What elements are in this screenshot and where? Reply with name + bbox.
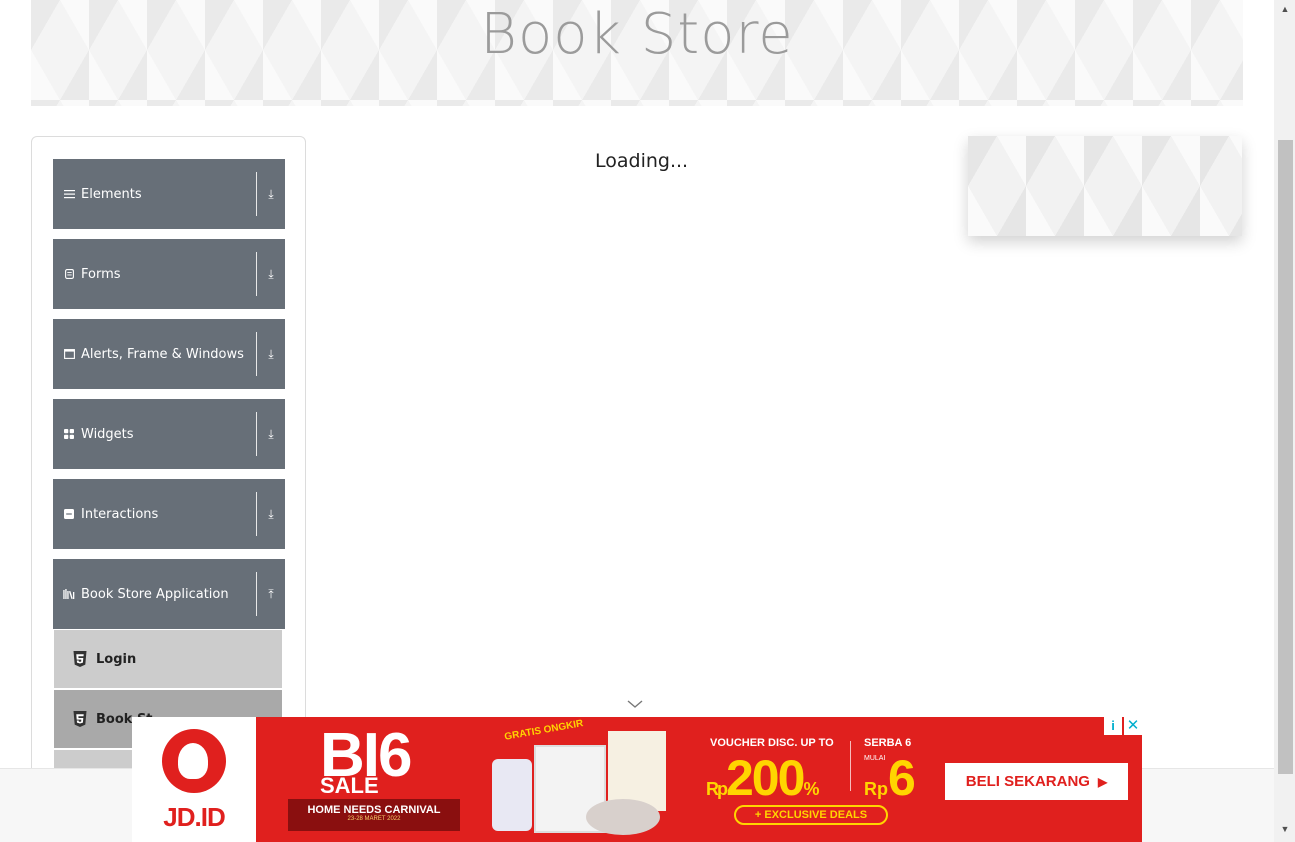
ad-mulai-text: MULAI bbox=[864, 755, 886, 762]
expand-arrow-icon[interactable]: ⤓ bbox=[257, 347, 285, 362]
header-banner: Book Store bbox=[31, 0, 1243, 106]
form-doc-icon bbox=[62, 267, 76, 281]
sidebar-group-label: Elements bbox=[81, 186, 142, 202]
ad-carnival-text: HOME NEEDS CARNIVAL bbox=[307, 804, 441, 816]
sidebar-group-forms[interactable]: Forms ⤓ bbox=[53, 239, 285, 309]
bottom-ad-banner[interactable]: JD.ID BI6 SALE HOME NEEDS CARNIVAL 23-28… bbox=[132, 717, 1142, 842]
sidebar-group-label: Interactions bbox=[81, 506, 159, 522]
sidebar-group-widgets[interactable]: Widgets ⤓ bbox=[53, 399, 285, 469]
page-title: Book Store bbox=[480, 2, 794, 67]
menu-lines-icon bbox=[62, 187, 76, 201]
ad-amount: 6 bbox=[888, 750, 916, 806]
ad-info-icon[interactable]: i bbox=[1104, 717, 1122, 735]
ad-close-icon[interactable]: ✕ bbox=[1124, 717, 1142, 735]
sidebar-group-label: Book Store Application bbox=[81, 586, 229, 602]
ad-sale-text: SALE bbox=[320, 773, 379, 798]
ad-voucher-text: VOUCHER DISC. UP TO bbox=[710, 737, 834, 749]
ad-serba-text: SERBA 6 bbox=[864, 737, 912, 749]
expand-arrow-icon[interactable]: ⤓ bbox=[257, 187, 285, 202]
ad-cta-label: BELI SEKARANG bbox=[965, 773, 1090, 790]
ad-products-image: GRATIS ONGKIR bbox=[482, 717, 682, 842]
html5-icon bbox=[72, 711, 88, 727]
jd-logo: JD.ID bbox=[132, 717, 256, 842]
expand-arrow-icon[interactable]: ⤓ bbox=[257, 507, 285, 522]
expand-arrow-icon[interactable]: ⤓ bbox=[257, 427, 285, 442]
sidebar-group-label: Widgets bbox=[81, 426, 134, 442]
ad-gratis-badge: GRATIS ONGKIR bbox=[503, 718, 585, 743]
books-icon bbox=[62, 587, 76, 601]
divider bbox=[850, 741, 851, 791]
ad-currency: Rp bbox=[706, 779, 728, 799]
sidebar-group-alerts-frame-windows[interactable]: Alerts, Frame & Windows ⤓ bbox=[53, 319, 285, 389]
sidebar-group-label: Forms bbox=[81, 266, 121, 282]
scroll-up-arrow-icon[interactable]: ▲ bbox=[1277, 4, 1293, 18]
ad-cta-button[interactable]: BELI SEKARANG ▶ bbox=[945, 763, 1128, 800]
loading-status: Loading... bbox=[595, 150, 689, 172]
play-arrow-icon: ▶ bbox=[1097, 774, 1108, 789]
ad-brand: JD.ID bbox=[163, 802, 225, 832]
sidebar-group-label: Alerts, Frame & Windows bbox=[81, 346, 244, 362]
sidebar-item-login[interactable]: Login bbox=[54, 630, 282, 688]
expand-arrow-icon[interactable]: ⤓ bbox=[257, 267, 285, 282]
collapse-arrow-icon[interactable]: ⤒ bbox=[257, 587, 285, 602]
scroll-down-arrow-icon[interactable]: ▼ bbox=[1277, 824, 1293, 838]
ad-carnival-ribbon: HOME NEEDS CARNIVAL 23-28 MARET 2022 bbox=[288, 799, 460, 831]
sidebar-group-elements[interactable]: Elements ⤓ bbox=[53, 159, 285, 229]
ad-currency: Rp bbox=[864, 779, 888, 799]
ad-carnival-date: 23-28 MARET 2022 bbox=[347, 816, 401, 822]
window-icon bbox=[62, 347, 76, 361]
ad-voucher-amount: Rp200% bbox=[706, 749, 819, 807]
interactions-icon bbox=[62, 507, 76, 521]
ad-exclusive-deals: + EXCLUSIVE DEALS bbox=[734, 805, 888, 825]
chevron-down-icon[interactable] bbox=[625, 698, 645, 712]
widgets-grid-icon bbox=[62, 427, 76, 441]
html5-icon bbox=[72, 651, 88, 667]
jd-mascot-face bbox=[178, 743, 208, 779]
side-ad-placeholder bbox=[968, 136, 1242, 236]
scrollbar-thumb[interactable] bbox=[1278, 140, 1293, 774]
ad-amount: 200 bbox=[726, 750, 805, 806]
sidebar-group-book-store-application[interactable]: Book Store Application ⤒ bbox=[53, 559, 285, 629]
sidebar-item-label: Login bbox=[96, 651, 137, 667]
product-pan bbox=[586, 799, 660, 835]
ad-percent: % bbox=[803, 779, 819, 799]
sidebar-group-interactions[interactable]: Interactions ⤓ bbox=[53, 479, 285, 549]
left-sidebar: Elements ⤓ Forms ⤓ Alerts, Frame & Windo… bbox=[31, 136, 306, 796]
product-can bbox=[492, 759, 532, 831]
